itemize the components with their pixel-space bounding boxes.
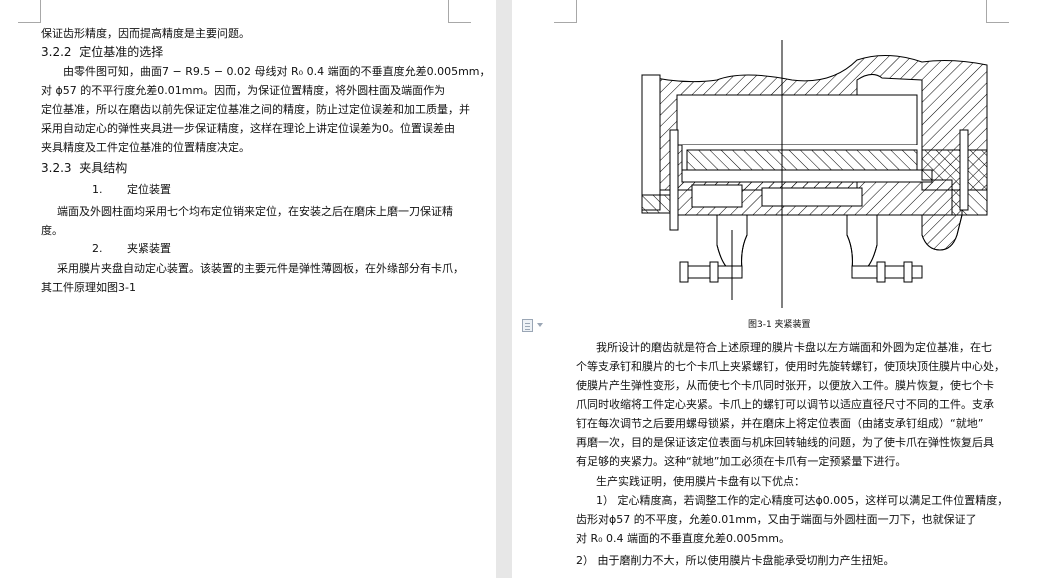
text-line: 保证齿形精度，因而提高精度是主要问题。 (41, 27, 250, 40)
subheading-clamping-device: 2. 夹紧装置 (92, 242, 171, 255)
paragraph-advantages-intro: 生产实践证明，使用膜片卡盘有以下优点： (596, 475, 805, 488)
document-paragraph-icon (522, 318, 533, 332)
paragraph-options-menu[interactable] (522, 317, 554, 333)
section-heading-3-2-2: 3.2.2 定位基准的选择 (41, 45, 164, 59)
list-item-advantage-1: 1） 定心精度高，若调整工作的定心精度可达ϕ0.005，这样可以满足工件位置精度… (576, 494, 1009, 545)
figure-caption: 图3-1 夹紧装置 (748, 320, 811, 330)
paragraph-design-description: 我所设计的磨齿就是符合上述原理的膜片卡盘以左方端面和外圆为定位基准，在七 个等支… (576, 341, 1005, 468)
section-heading-3-2-3: 3.2.3 夹具结构 (41, 161, 128, 175)
clamping-device-figure (641, 40, 988, 308)
document-page-right: 图3-1 夹紧装置 我所设计的磨齿就是符合上述原理的膜片卡盘以左方端面和外圆为定… (512, 0, 1059, 578)
subheading-locating-device: 1. 定位装置 (92, 183, 171, 196)
list-item-advantage-2: 2） 由于磨削力不大，所以使用膜片卡盘能承受切削力产生扭矩。 (576, 554, 895, 567)
paragraph-locating-device: 端面及外圆柱面均采用七个均布定位销来定位，在安装之后在磨床上磨一刀保证精 度。 (41, 205, 453, 237)
chevron-down-icon (537, 323, 543, 327)
paragraph-clamping-device: 采用膜片夹盘自动定心装置。该装置的主要元件是弹性薄圆板，在外缘部分有卡爪， 其工… (41, 262, 464, 294)
document-page-left: 保证齿形精度，因而提高精度是主要问题。 3.2.2 定位基准的选择 由零件图可知… (0, 0, 496, 578)
paragraph-datum-selection: 由零件图可知，曲面7 − R9.5 − 0.02 母线对 R₀ 0.4 端面的不… (41, 65, 491, 154)
